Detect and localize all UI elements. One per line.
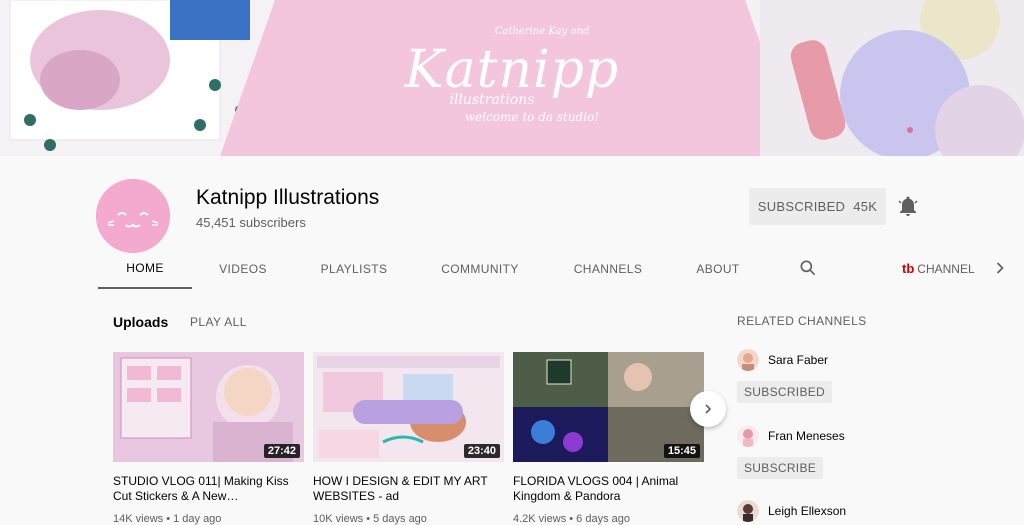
uploads-heading[interactable]: Uploads (113, 314, 168, 330)
video-title[interactable]: HOW I DESIGN & EDIT MY ART WEBSITES - ad (313, 474, 504, 504)
notification-bell-icon[interactable] (896, 194, 920, 218)
video-duration: 23:40 (463, 444, 500, 458)
chevron-right-icon[interactable] (990, 258, 1010, 278)
channel-header: Katnipp Illustrations 45,451 subscribers… (0, 156, 1024, 289)
shelf-next-button[interactable] (690, 391, 726, 427)
video-thumbnail[interactable]: 23:40 (313, 352, 504, 462)
channel-banner: Catherine Kay and Katnipp illustrations … (0, 0, 1024, 156)
tab-featured-channel[interactable]: tb CHANNEL (902, 248, 978, 289)
video-duration: 15:45 (663, 444, 700, 458)
video-card[interactable]: 23:40 HOW I DESIGN & EDIT MY ART WEBSITE… (313, 352, 504, 525)
tab-community[interactable]: COMMUNITY (428, 248, 532, 289)
banner-title: Katnipp (404, 40, 620, 100)
video-title[interactable]: FLORIDA VLOGS 004 | Animal Kingdom & Pan… (513, 474, 704, 504)
related-channel-name[interactable]: Fran Meneses (768, 429, 845, 443)
video-card[interactable]: 27:42 STUDIO VLOG 011| Making Kiss Cut S… (113, 352, 304, 525)
video-meta: 14K views • 1 day ago (113, 513, 222, 525)
channel-name: Katnipp Illustrations (196, 186, 380, 209)
tab-channels[interactable]: CHANNELS (562, 248, 654, 289)
video-meta: 4.2K views • 6 days ago (513, 513, 630, 525)
subscribed-count: 45K (853, 199, 878, 214)
avatar[interactable] (737, 425, 759, 447)
subscribed-button[interactable]: SUBSCRIBED (737, 381, 833, 403)
chevron-right-icon (705, 404, 712, 414)
related-channel-name[interactable]: Sara Faber (768, 353, 828, 367)
video-meta: 10K views • 5 days ago (313, 513, 427, 525)
related-channel[interactable]: Sara Faber SUBSCRIBED (737, 349, 937, 403)
subscriber-count: 45,451 subscribers (196, 215, 306, 230)
tubebuddy-icon: tb (902, 261, 915, 276)
video-title[interactable]: STUDIO VLOG 011| Making Kiss Cut Sticker… (113, 474, 304, 504)
related-channel[interactable]: Leigh Ellexson (737, 500, 937, 522)
avatar[interactable] (737, 500, 759, 522)
related-channel[interactable]: Fran Meneses SUBSCRIBE (737, 425, 937, 479)
tab-featured-label: CHANNEL (917, 261, 975, 276)
tab-playlists[interactable]: PLAYLISTS (306, 248, 402, 289)
video-thumbnail[interactable]: 27:42 (113, 352, 304, 462)
subscribed-button[interactable]: SUBSCRIBED 45K (749, 188, 886, 225)
banner-subtitle: Catherine Kay and (494, 26, 590, 37)
play-all-button[interactable]: PLAY ALL (190, 315, 247, 329)
search-icon[interactable] (798, 258, 818, 278)
cat-face-icon (96, 179, 170, 253)
avatar[interactable] (737, 349, 759, 371)
banner-line-1: illustrations (449, 92, 535, 108)
channel-avatar[interactable] (96, 179, 170, 253)
tab-videos[interactable]: VIDEOS (198, 248, 288, 289)
tab-about[interactable]: ABOUT (682, 248, 754, 289)
banner-line-2: welcome to da studio! (464, 110, 600, 124)
video-card[interactable]: 15:45 FLORIDA VLOGS 004 | Animal Kingdom… (513, 352, 704, 525)
video-duration: 27:42 (263, 444, 300, 458)
related-channels-heading: RELATED CHANNELS (737, 314, 867, 328)
related-channel-name[interactable]: Leigh Ellexson (768, 504, 846, 518)
tab-home[interactable]: HOME (98, 248, 192, 289)
video-thumbnail[interactable]: 15:45 (513, 352, 704, 462)
subscribed-label: SUBSCRIBED (757, 199, 846, 214)
subscribe-button[interactable]: SUBSCRIBE (737, 457, 824, 479)
